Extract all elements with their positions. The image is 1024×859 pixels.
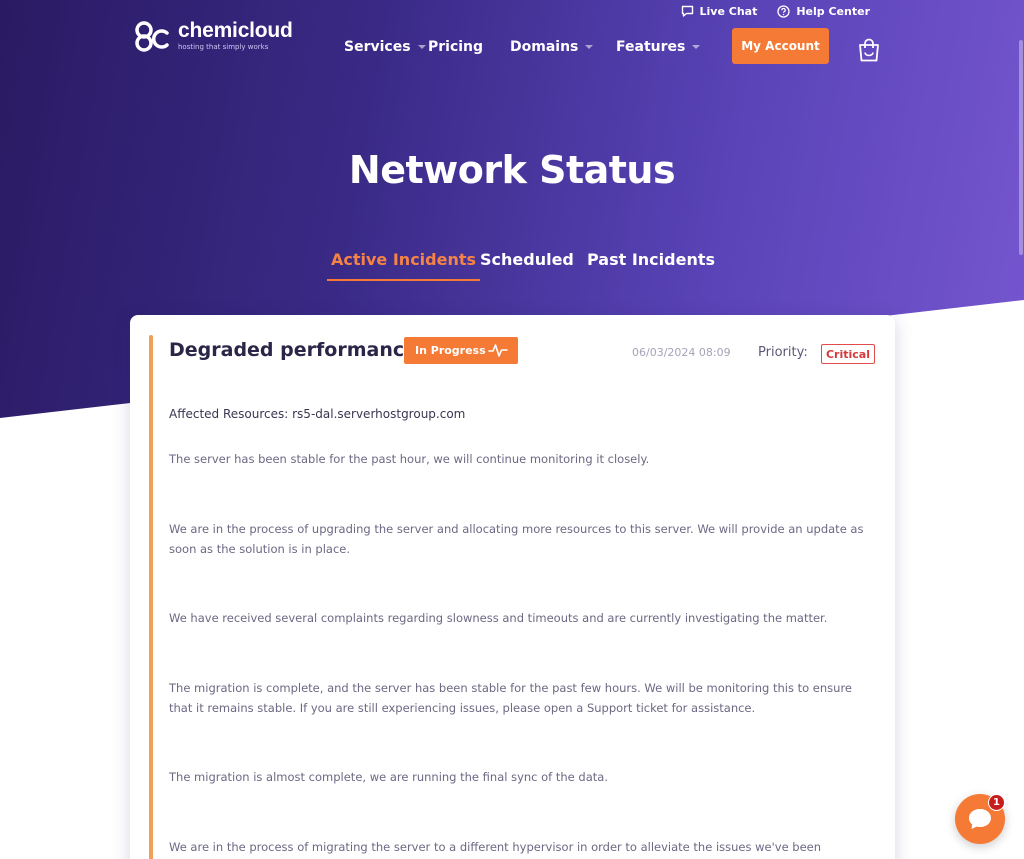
- nav-label: Pricing: [428, 39, 484, 55]
- nav-item-services[interactable]: Services: [344, 28, 428, 66]
- incident-timestamp: 06/03/2024 08:09: [632, 346, 731, 359]
- chat-bubble-icon: [969, 809, 991, 829]
- help-icon: [777, 4, 790, 18]
- tab-active-incidents[interactable]: Active Incidents: [326, 250, 481, 282]
- top-utility-bar: Live Chat Help Center: [681, 3, 870, 19]
- my-account-button[interactable]: My Account: [732, 28, 829, 64]
- incident-update: We are in the process of migrating the s…: [169, 840, 822, 854]
- chevron-down-icon: [417, 45, 426, 49]
- chevron-down-icon: [692, 45, 701, 49]
- page-title: Network Status: [348, 148, 676, 192]
- nav-label: Features: [616, 39, 686, 55]
- chevron-down-icon: [585, 45, 594, 49]
- main-nav: Services Pricing Domains Features: [344, 28, 706, 66]
- logo[interactable]: chemicloud hosting that simply works: [134, 20, 293, 52]
- nav-item-domains[interactable]: Domains: [510, 28, 616, 66]
- incident-accent-bar: [149, 335, 153, 859]
- chemicloud-logo-icon: [135, 21, 169, 52]
- incident-update: The migration is almost complete, we are…: [169, 770, 608, 784]
- scrollbar[interactable]: [1018, 0, 1024, 859]
- help-center-link[interactable]: Help Center: [777, 3, 870, 19]
- brand-name: chemicloud: [178, 19, 293, 42]
- status-label: In Progress: [415, 344, 486, 357]
- live-chat-label: Live Chat: [699, 4, 758, 18]
- nav-label: Services: [344, 39, 411, 55]
- nav-item-pricing[interactable]: Pricing: [428, 28, 510, 66]
- live-chat-link[interactable]: Live Chat: [681, 3, 758, 19]
- shopping-bag-icon[interactable]: [857, 37, 881, 63]
- priority-label: Priority:: [758, 345, 808, 360]
- chat-icon: [681, 5, 693, 17]
- help-center-label: Help Center: [796, 4, 870, 18]
- incident-update: The server has been stable for the past …: [169, 452, 650, 466]
- nav-label: Domains: [510, 39, 579, 55]
- incident-update: We are in the process of upgrading the s…: [169, 522, 864, 556]
- nav-item-features[interactable]: Features: [616, 28, 706, 66]
- tab-scheduled[interactable]: Scheduled: [480, 250, 574, 282]
- affected-resources: Affected Resources: rs5-dal.serverhostgr…: [169, 407, 466, 421]
- incident-update: We have received several complaints rega…: [169, 611, 828, 625]
- incident-update: The migration is complete, and the serve…: [169, 681, 852, 715]
- incident-card: Degraded performance In Progress 06/03/2…: [130, 315, 895, 859]
- incident-title: Degraded performance: [169, 339, 417, 361]
- chat-unread-badge: 1: [988, 794, 1005, 811]
- priority-badge: Critical: [821, 344, 875, 364]
- pulse-icon: [488, 344, 508, 357]
- status-badge: In Progress: [404, 337, 518, 364]
- brand-tagline: hosting that simply works: [178, 43, 269, 51]
- tab-past-incidents[interactable]: Past Incidents: [587, 250, 715, 282]
